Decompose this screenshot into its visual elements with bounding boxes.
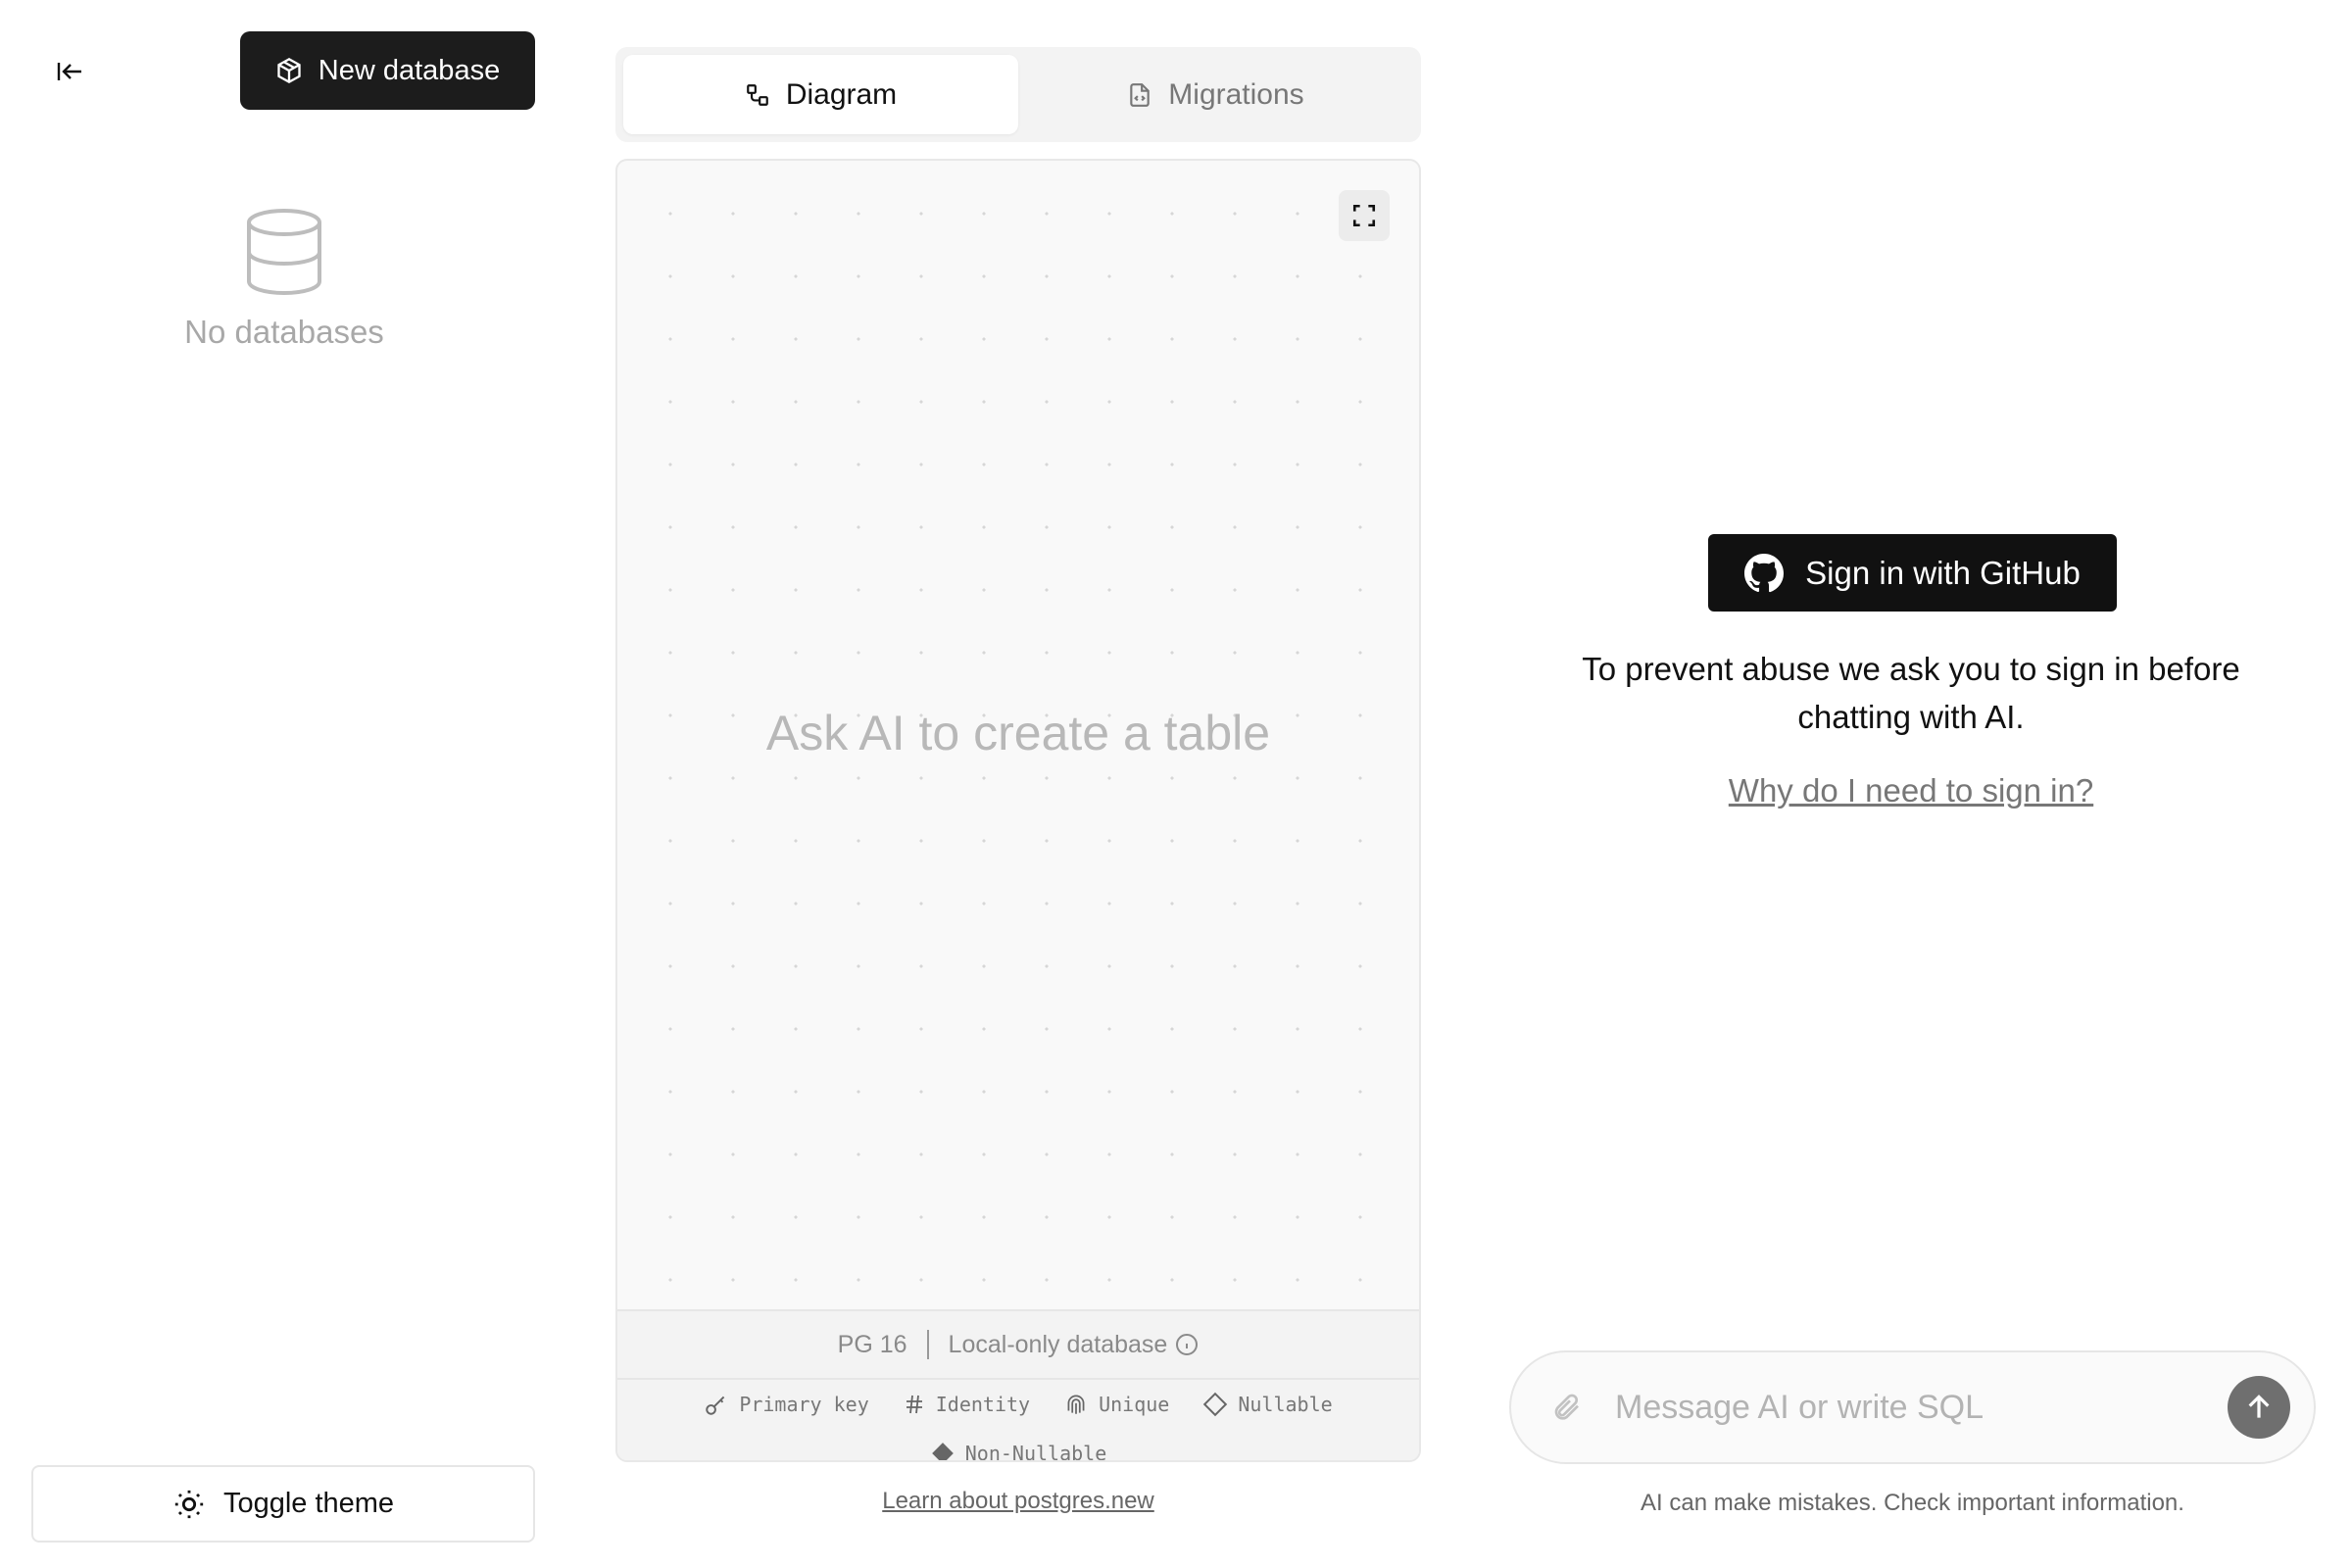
db-mode: Local-only database [948, 1330, 1168, 1358]
divider [926, 1330, 929, 1359]
collapse-left-icon [57, 63, 81, 80]
package-plus-icon [277, 57, 301, 84]
ai-disclaimer: AI can make mistakes. Check important in… [1641, 1490, 2184, 1516]
github-icon [1744, 553, 1785, 592]
learn-link[interactable]: Learn about postgres.new [615, 1488, 1421, 1515]
new-database-button[interactable]: New database [240, 31, 535, 110]
paperclip-icon[interactable] [1550, 1392, 1582, 1423]
chat-input-bar [1509, 1350, 2316, 1464]
legend-nullable: Nullable [1202, 1392, 1333, 1417]
fingerprint-icon [1067, 1395, 1085, 1414]
diamond-icon [1203, 1392, 1228, 1417]
tab-diagram-label: Diagram [785, 77, 898, 111]
file-code-icon [1130, 82, 1151, 107]
sun-icon [174, 1490, 204, 1518]
why-sign-in-link[interactable]: Why do I need to sign in? [1529, 772, 2293, 809]
diamond-filled-icon [931, 1443, 954, 1460]
send-button[interactable] [2228, 1376, 2290, 1439]
sign-in-label: Sign in with GitHub [1805, 554, 2081, 591]
hash-icon [906, 1395, 922, 1414]
tab-diagram[interactable]: Diagram [623, 55, 1018, 134]
legend-primary-key: Primary key [704, 1392, 869, 1417]
diagram-canvas[interactable]: Ask AI to create a table PG 16 Local-onl… [615, 159, 1421, 1462]
diagram-placeholder: Ask AI to create a table [765, 706, 1271, 760]
arrow-up-icon [2248, 1395, 2270, 1418]
legend-identity: Identity [903, 1392, 1030, 1417]
diagram-footer: PG 16 Local-only database Primary key Id… [617, 1309, 1419, 1460]
tab-migrations[interactable]: Migrations [1018, 55, 1413, 134]
new-database-label: New database [318, 54, 501, 86]
info-icon[interactable] [1175, 1333, 1199, 1356]
legend-non-nullable: Non-Nullable [930, 1441, 1106, 1460]
view-tabs: Diagram Migrations [615, 47, 1421, 142]
diagram-icon [746, 83, 768, 106]
chat-input[interactable] [1615, 1388, 2228, 1427]
database-icon [247, 209, 321, 296]
expand-icon [1352, 204, 1376, 227]
empty-databases: No databases [137, 208, 431, 351]
toggle-theme-label: Toggle theme [222, 1488, 395, 1519]
sign-in-message: To prevent abuse we ask you to sign in b… [1582, 651, 2240, 735]
legend: Primary key Identity Unique Nullable Non… [617, 1380, 1419, 1460]
no-databases-text: No databases [184, 314, 384, 350]
legend-unique: Unique [1063, 1392, 1169, 1417]
key-icon [706, 1396, 725, 1415]
collapse-sidebar-button[interactable] [53, 55, 86, 88]
sign-in-github-button[interactable]: Sign in with GitHub [1708, 534, 2117, 612]
toggle-theme-button[interactable]: Toggle theme [31, 1465, 535, 1543]
fullscreen-button[interactable] [1339, 190, 1390, 241]
tab-migrations-label: Migrations [1168, 77, 1304, 111]
pg-version: PG 16 [837, 1330, 907, 1358]
